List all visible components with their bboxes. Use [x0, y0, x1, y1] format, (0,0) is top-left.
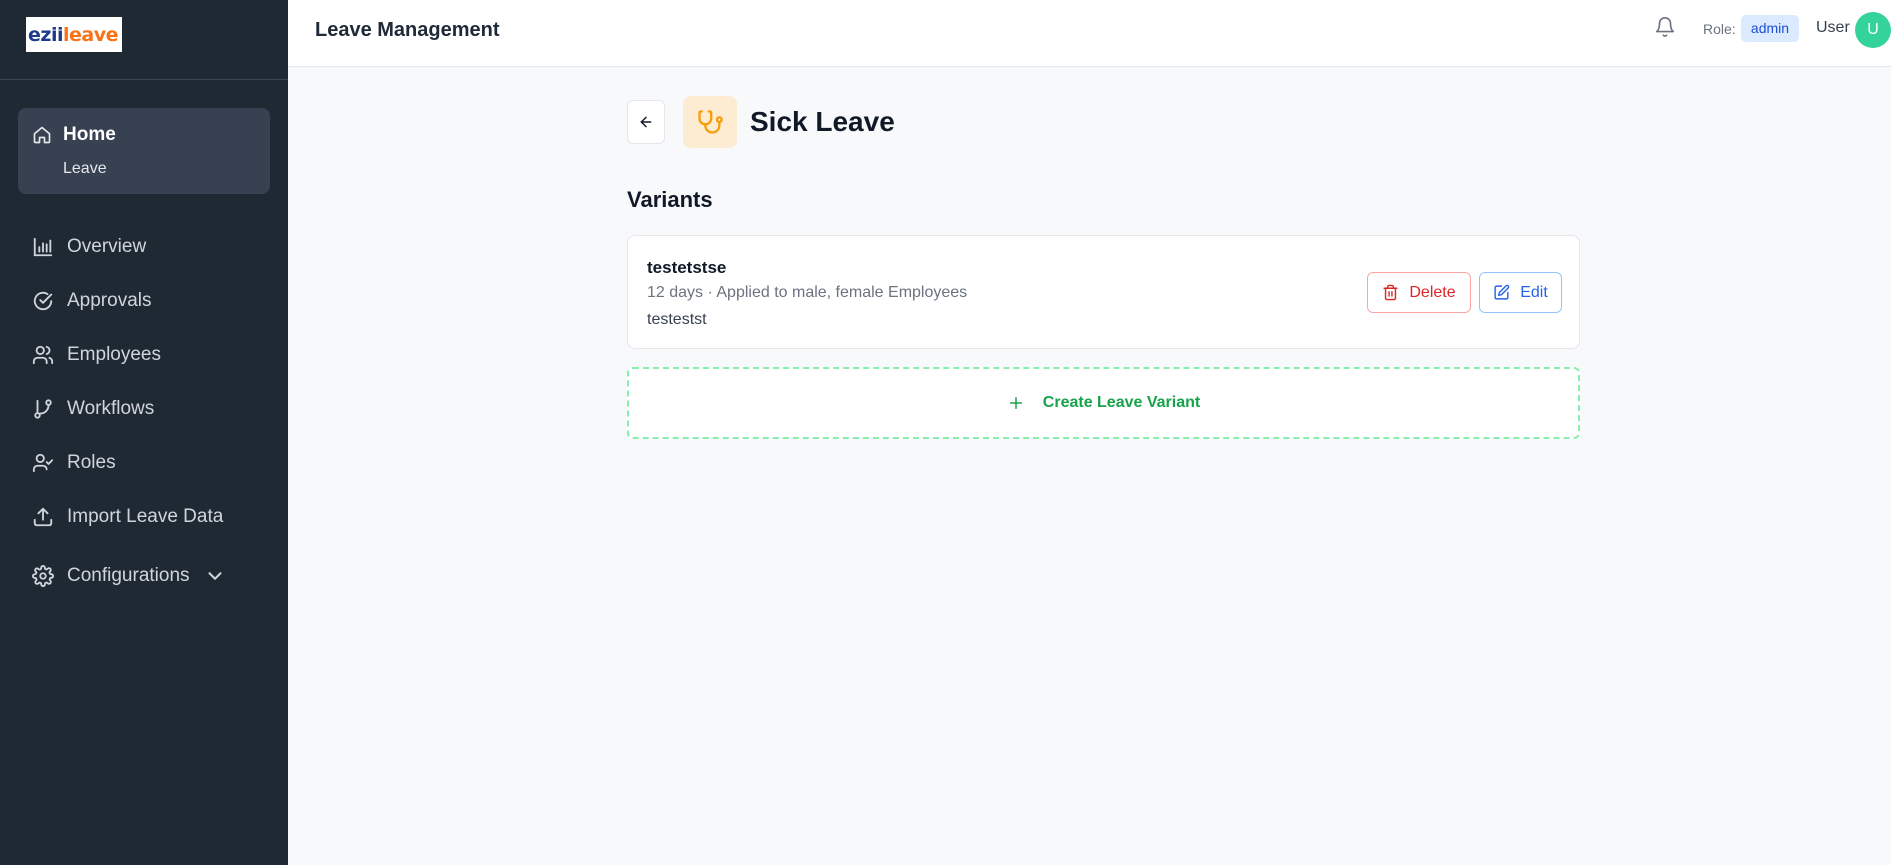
sidebar-item-overview-label: Overview — [67, 236, 147, 257]
sidebar-item-overview[interactable]: Overview — [32, 232, 146, 262]
role-label: Role: — [1703, 21, 1736, 37]
sidebar-item-employees-label: Employees — [67, 344, 161, 365]
create-leave-variant-button[interactable]: Create Leave Variant — [627, 367, 1580, 439]
page-title: Sick Leave — [750, 106, 895, 137]
sidebar-item-workflows[interactable]: Workflows — [32, 394, 154, 424]
delete-button-label: Delete — [1409, 283, 1456, 301]
bell-icon[interactable] — [1654, 16, 1676, 38]
sidebar-item-roles[interactable]: Roles — [32, 448, 116, 478]
sidebar-item-import-label: Import Leave Data — [67, 506, 224, 527]
trash-icon — [1383, 284, 1398, 301]
app-logo[interactable]: ezii leave — [26, 17, 122, 52]
variant-name: testetstse — [647, 258, 727, 277]
user-name: User — [1816, 19, 1850, 36]
plus-icon — [1009, 397, 1022, 409]
avatar[interactable]: U — [1855, 12, 1891, 48]
top-header: Leave Management Role: admin User U — [288, 0, 1891, 67]
sidebar-item-configurations[interactable]: Configurations — [32, 561, 226, 591]
sidebar-item-approvals-label: Approvals — [67, 290, 152, 311]
edit-button-label: Edit — [1520, 283, 1548, 301]
sidebar-item-home[interactable]: Home Leave — [18, 108, 270, 194]
header-title: Leave Management — [315, 19, 500, 41]
home-icon — [33, 126, 51, 144]
logo-text-leave: leave — [62, 23, 119, 46]
user-check-icon — [32, 453, 54, 473]
sidebar-item-configurations-label: Configurations — [67, 565, 190, 586]
create-leave-variant-label: Create Leave Variant — [1042, 394, 1201, 411]
edit-icon — [1494, 284, 1510, 300]
gear-icon — [32, 565, 54, 587]
variant-meta: 12 days · Applied to male, female Employ… — [647, 284, 968, 301]
logo-area: ezii leave — [0, 0, 288, 80]
sidebar-item-import-leave-data[interactable]: Import Leave Data — [32, 502, 223, 532]
role-badge: admin — [1741, 15, 1799, 42]
arrow-left-icon — [640, 116, 652, 128]
edit-button[interactable]: Edit — [1479, 272, 1562, 313]
check-circle-icon — [33, 291, 53, 311]
sidebar-subitem-leave[interactable]: Leave — [63, 160, 107, 178]
git-branch-icon — [34, 399, 52, 419]
delete-button[interactable]: Delete — [1367, 272, 1471, 313]
sidebar-item-workflows-label: Workflows — [67, 398, 155, 419]
upload-icon — [33, 507, 53, 527]
bar-chart-icon — [33, 237, 53, 257]
leave-type-icon-badge — [683, 96, 737, 148]
logo-text-ezii: ezii — [28, 23, 63, 46]
variant-card: testetstse 12 days · Applied to male, fe… — [627, 235, 1580, 349]
variants-heading: Variants — [627, 187, 713, 212]
sidebar-item-employees[interactable]: Employees — [32, 340, 161, 370]
sidebar-item-home-label: Home — [63, 124, 116, 145]
back-button[interactable] — [627, 100, 665, 144]
sidebar-item-roles-label: Roles — [67, 452, 116, 473]
sidebar: ezii leave Home Leave Overview Approvals … — [0, 0, 288, 865]
stethoscope-icon — [698, 110, 723, 134]
sidebar-item-approvals[interactable]: Approvals — [32, 286, 152, 316]
chevron-down-icon — [208, 572, 222, 580]
users-icon — [32, 345, 54, 365]
variant-description: testestst — [647, 311, 707, 328]
